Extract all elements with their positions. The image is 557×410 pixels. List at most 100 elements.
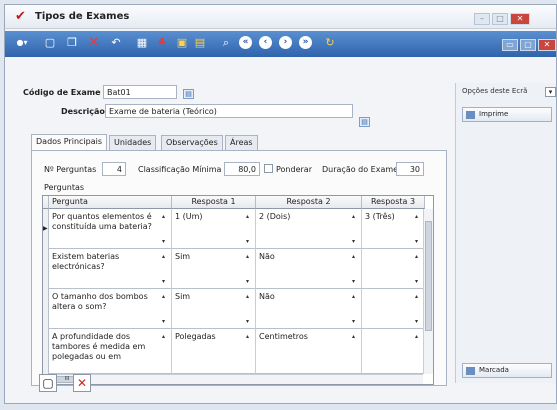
nav-prev-icon[interactable]: ‹ bbox=[259, 36, 272, 49]
duracao-field[interactable]: 30 bbox=[396, 162, 424, 176]
chart-icon[interactable]: ▤ bbox=[193, 36, 207, 50]
undo-icon[interactable]: ↶ bbox=[109, 36, 123, 50]
spin-down-icon[interactable]: ▾ bbox=[246, 318, 252, 325]
column-header-resposta-1[interactable]: Resposta 1 bbox=[172, 196, 256, 209]
table-cell-resposta-1[interactable]: Polegadas ▴ bbox=[172, 329, 256, 374]
spin-up-icon[interactable]: ▴ bbox=[352, 333, 358, 340]
spin-down-icon[interactable]: ▾ bbox=[415, 238, 421, 245]
spin-up-icon[interactable]: ▴ bbox=[246, 333, 252, 340]
table-cell-pergunta[interactable]: Existem baterias electrónicas? ▴ ▾ bbox=[49, 249, 172, 289]
new-record-button[interactable]: ▢ bbox=[39, 374, 57, 392]
close-doc-button[interactable]: ✕ bbox=[538, 39, 556, 51]
spin-up-icon[interactable]: ▴ bbox=[246, 293, 252, 300]
column-header-resposta-2[interactable]: Resposta 2 bbox=[256, 196, 362, 209]
spin-up-icon[interactable]: ▴ bbox=[246, 253, 252, 260]
imprime-button[interactable]: Imprime bbox=[462, 107, 552, 122]
spin-up-icon[interactable]: ▴ bbox=[352, 253, 358, 260]
new-icon[interactable]: ▢ bbox=[43, 36, 57, 50]
table-cell-resposta-1[interactable]: Sim ▴ ▾ bbox=[172, 289, 256, 329]
print-icon[interactable]: ▣ bbox=[175, 36, 189, 50]
spin-up-icon[interactable]: ▴ bbox=[415, 253, 421, 260]
minimize-button[interactable]: – bbox=[474, 13, 490, 25]
codigo-label: Código de Exame bbox=[23, 88, 101, 97]
screen-options-panel: Opções deste Ecrã ▾ Imprime Marcada bbox=[455, 83, 556, 383]
spin-down-icon[interactable]: ▾ bbox=[415, 318, 421, 325]
spin-up-icon[interactable]: ▴ bbox=[415, 293, 421, 300]
spin-up-icon[interactable]: ▴ bbox=[352, 293, 358, 300]
table-cell-resposta-3[interactable]: ▴ ▾ bbox=[362, 249, 425, 289]
vertical-scrollbar[interactable] bbox=[423, 209, 433, 374]
spin-down-icon[interactable]: ▾ bbox=[246, 238, 252, 245]
table-cell-pergunta[interactable]: O tamanho dos bombos altera o som? ▴ ▾ bbox=[49, 289, 172, 329]
ponderar-checkbox[interactable] bbox=[264, 164, 273, 173]
spin-up-icon[interactable]: ▴ bbox=[352, 213, 358, 220]
table-cell-resposta-3[interactable]: ▴ bbox=[362, 329, 425, 374]
nav-next-icon[interactable]: › bbox=[279, 36, 292, 49]
horizontal-scrollbar[interactable]: III bbox=[43, 374, 423, 384]
search-icon[interactable]: ⌕ bbox=[219, 36, 233, 50]
delete-record-button[interactable]: ✕ bbox=[73, 374, 91, 392]
imprime-label: Imprime bbox=[479, 110, 509, 118]
descricao-edit-button[interactable]: ▤ bbox=[359, 117, 370, 127]
spin-up-icon[interactable]: ▴ bbox=[415, 333, 421, 340]
table-cell-resposta-2[interactable]: Não ▴ ▾ bbox=[256, 249, 362, 289]
table-cell-resposta-3[interactable]: 3 (Três) ▴ ▾ bbox=[362, 209, 425, 249]
spin-down-icon[interactable]: ▾ bbox=[162, 278, 168, 285]
spin-down-icon[interactable]: ▾ bbox=[352, 238, 358, 245]
cell-text: A profundidade dos tambores é medida em … bbox=[52, 332, 146, 361]
spin-down-icon[interactable]: ▾ bbox=[352, 318, 358, 325]
vertical-scroll-thumb[interactable] bbox=[425, 221, 432, 331]
marcada-button[interactable]: Marcada bbox=[462, 363, 552, 378]
n-perguntas-field[interactable]: 4 bbox=[102, 162, 126, 176]
refresh-icon[interactable]: ↻ bbox=[323, 36, 337, 50]
dot-icon[interactable]: ●▾ bbox=[15, 36, 29, 50]
copy-icon[interactable]: ❐ bbox=[65, 36, 79, 50]
restore-button[interactable]: ▭ bbox=[502, 39, 518, 51]
spin-down-icon[interactable]: ▾ bbox=[352, 278, 358, 285]
users-icon[interactable]: ♣ bbox=[155, 36, 169, 50]
column-header-pergunta[interactable]: Pergunta bbox=[49, 196, 172, 209]
table-cell-resposta-1[interactable]: Sim ▴ ▾ bbox=[172, 249, 256, 289]
nav-last-icon[interactable]: » bbox=[299, 36, 312, 49]
print-icon bbox=[466, 111, 475, 119]
toolbar: ●▾ ▢ ❐ ✕ ↶ ▦ ♣ ▣ ▤ ⌕ « ‹ › » ↻ ▭ ▢ ✕ bbox=[5, 31, 556, 57]
column-header-resposta-3[interactable]: Resposta 3 bbox=[362, 196, 425, 209]
questions-grid[interactable]: Pergunta Resposta 1 Resposta 2 Resposta … bbox=[42, 195, 434, 385]
spin-up-icon[interactable]: ▴ bbox=[162, 333, 168, 340]
table-cell-resposta-3[interactable]: ▴ ▾ bbox=[362, 289, 425, 329]
cell-text: Centimetros bbox=[259, 332, 308, 341]
app-logo-icon: ✔ bbox=[15, 9, 26, 24]
spin-down-icon[interactable]: ▾ bbox=[415, 278, 421, 285]
maximize-button[interactable]: □ bbox=[492, 13, 508, 25]
tab-areas[interactable]: Áreas bbox=[225, 135, 258, 150]
codigo-field[interactable]: Bat01 bbox=[103, 85, 177, 99]
delete-icon[interactable]: ✕ bbox=[87, 36, 101, 50]
table-cell-pergunta[interactable]: A profundidade dos tambores é medida em … bbox=[49, 329, 172, 374]
spin-down-icon[interactable]: ▾ bbox=[162, 238, 168, 245]
table-cell-resposta-2[interactable]: Não ▴ ▾ bbox=[256, 289, 362, 329]
tab-observacoes[interactable]: Observações bbox=[161, 135, 223, 150]
spin-up-icon[interactable]: ▴ bbox=[415, 213, 421, 220]
tile-button[interactable]: ▢ bbox=[520, 39, 536, 51]
grid-icon[interactable]: ▦ bbox=[135, 36, 149, 50]
descricao-field[interactable]: Exame de bateria (Teórico) bbox=[105, 104, 353, 118]
tab-unidades[interactable]: Unidades bbox=[109, 135, 157, 150]
table-cell-resposta-1[interactable]: 1 (Um) ▴ ▾ bbox=[172, 209, 256, 249]
cell-text: O tamanho dos bombos altera o som? bbox=[52, 292, 148, 311]
spin-up-icon[interactable]: ▴ bbox=[162, 293, 168, 300]
cell-text: Não bbox=[259, 292, 275, 301]
nav-first-icon[interactable]: « bbox=[239, 36, 252, 49]
spin-down-icon[interactable]: ▾ bbox=[246, 278, 252, 285]
table-cell-pergunta[interactable]: Por quantos elementos é constituída uma … bbox=[49, 209, 172, 249]
chevron-down-icon[interactable]: ▾ bbox=[545, 87, 556, 97]
tab-dados-principais[interactable]: Dados Principais bbox=[31, 134, 108, 151]
table-cell-resposta-2[interactable]: 2 (Dois) ▴ ▾ bbox=[256, 209, 362, 249]
spin-down-icon[interactable]: ▾ bbox=[162, 318, 168, 325]
spin-up-icon[interactable]: ▴ bbox=[162, 213, 168, 220]
close-button[interactable]: ✕ bbox=[510, 13, 530, 25]
spin-up-icon[interactable]: ▴ bbox=[162, 253, 168, 260]
table-cell-resposta-2[interactable]: Centimetros ▴ bbox=[256, 329, 362, 374]
classificacao-field[interactable]: 80,0 bbox=[224, 162, 260, 176]
spin-up-icon[interactable]: ▴ bbox=[246, 213, 252, 220]
codigo-lookup-button[interactable]: ▤ bbox=[183, 89, 194, 99]
